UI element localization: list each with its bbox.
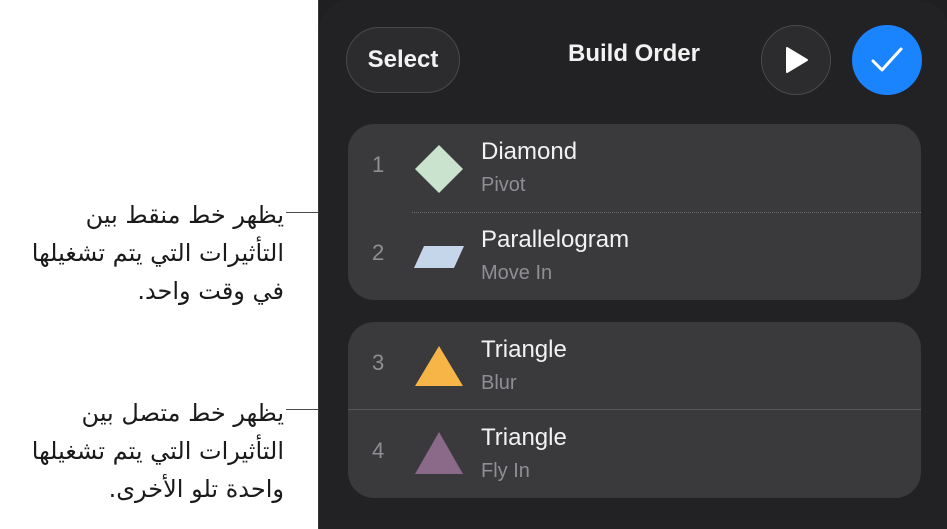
play-button[interactable] — [761, 25, 831, 95]
list-item[interactable]: 3 Triangle Blur — [348, 322, 921, 410]
callout-line: التأثيرات التي يتم تشغيلها — [31, 239, 284, 267]
build-order-sheet: Select Build Order 1 Diamond Pivot 2 Par… — [319, 0, 947, 529]
build-group-sequential: 3 Triangle Blur 4 Triangle Fly In — [348, 322, 921, 498]
triangle-shape — [415, 346, 463, 386]
build-order-panel: Select Build Order 1 Diamond Pivot 2 Par… — [318, 0, 947, 529]
effect-name: Blur — [481, 372, 517, 394]
object-name: Triangle — [481, 336, 567, 363]
diamond-icon — [415, 145, 463, 193]
triangle-shape — [415, 432, 463, 474]
triangle-icon — [415, 432, 463, 474]
callout-line: واحدة تلو الأخرى. — [108, 475, 284, 503]
select-button[interactable]: Select — [346, 27, 460, 93]
callout-solid-line: يظهر خط متصل بين التأثيرات التي يتم تشغي… — [32, 394, 284, 508]
callout-line: يظهر خط متصل بين — [81, 399, 284, 427]
list-item[interactable]: 4 Triangle Fly In — [348, 410, 921, 498]
build-number: 1 — [372, 152, 385, 177]
list-item[interactable]: 1 Diamond Pivot — [348, 124, 921, 212]
callout-dotted-line: يظهر خط منقط بين التأثيرات التي يتم تشغي… — [32, 196, 284, 310]
callout-line: في وقت واحد. — [137, 277, 284, 305]
play-icon — [786, 47, 808, 73]
callout-line: التأثيرات التي يتم تشغيلها — [31, 437, 284, 465]
object-name: Triangle — [481, 424, 567, 451]
page-title: Build Order — [567, 40, 700, 67]
build-number: 4 — [372, 438, 385, 463]
parallelogram-icon — [414, 246, 464, 268]
object-name: Diamond — [481, 138, 578, 165]
done-button[interactable] — [852, 25, 922, 95]
build-number: 2 — [372, 240, 385, 265]
triangle-icon — [415, 346, 463, 386]
diamond-shape — [415, 145, 463, 193]
list-item[interactable]: 2 Parallelogram Move In — [348, 212, 921, 300]
object-name: Parallelogram — [481, 226, 630, 253]
callout-line: يظهر خط منقط بين — [85, 201, 284, 229]
parallelogram-shape — [414, 246, 464, 268]
build-group-simultaneous: 1 Diamond Pivot 2 Parallelogram Move In — [348, 124, 921, 300]
build-number: 3 — [372, 350, 385, 375]
checkmark-icon — [871, 47, 903, 72]
effect-name: Pivot — [481, 174, 526, 196]
effect-name: Move In — [481, 262, 553, 284]
effect-name: Fly In — [481, 460, 530, 482]
